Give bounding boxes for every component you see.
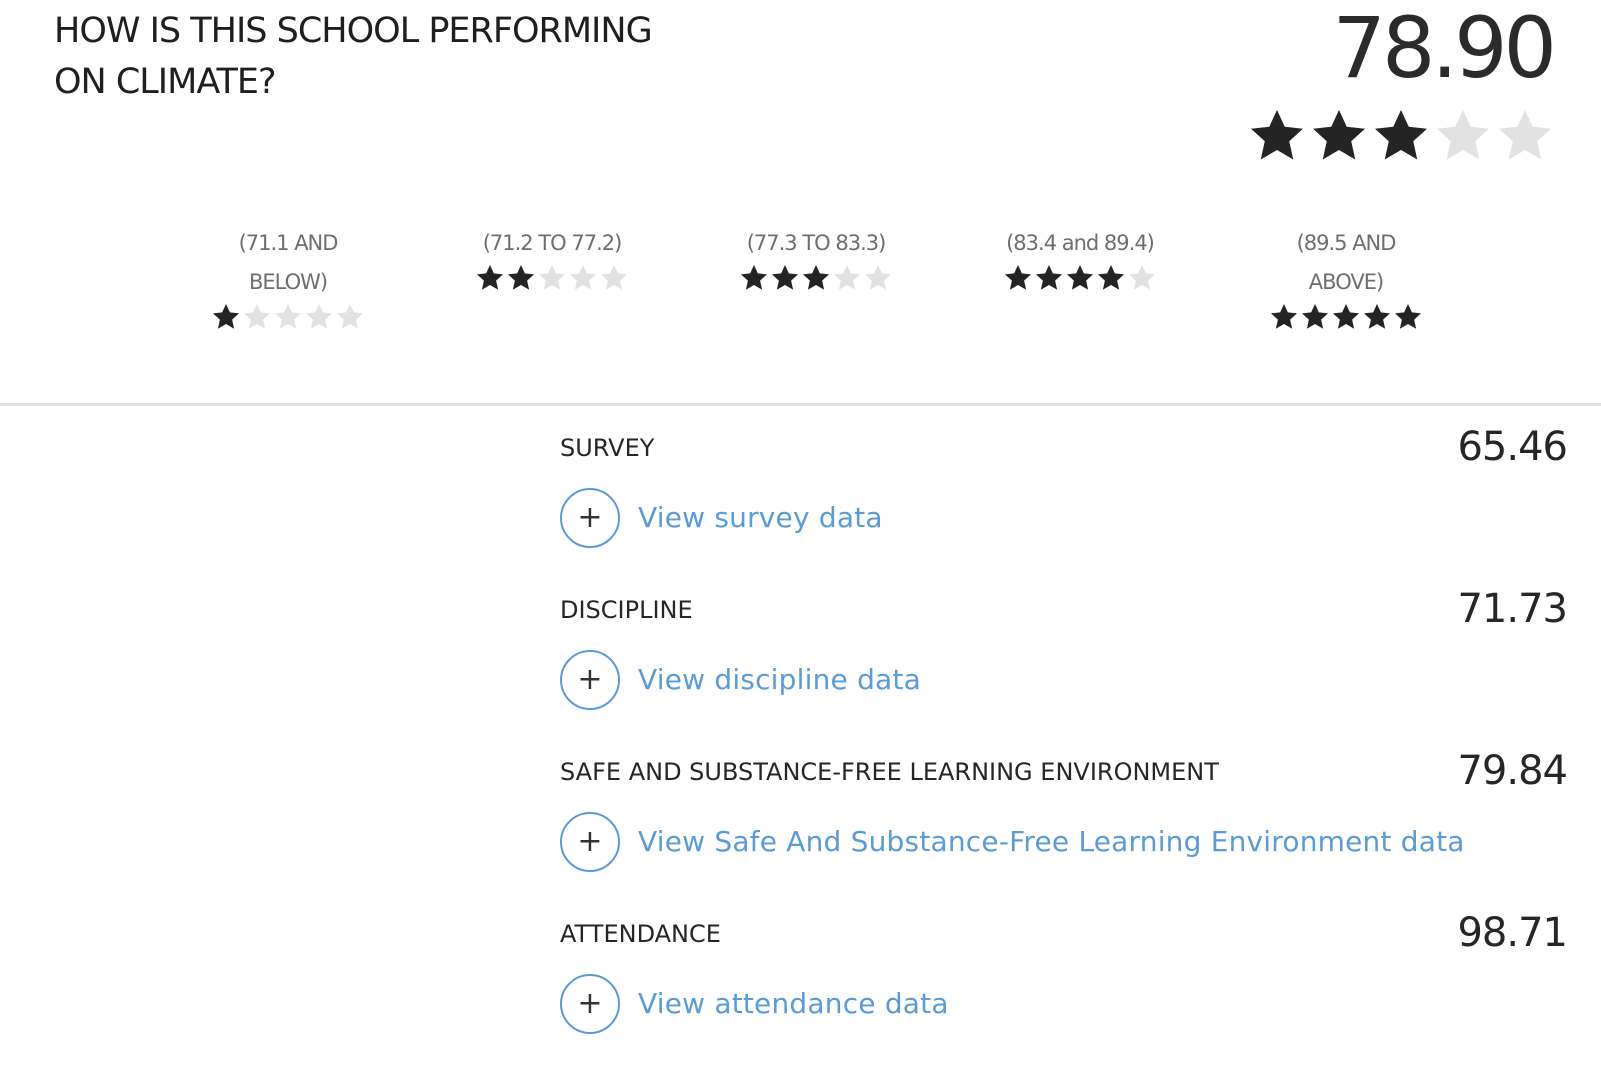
view-discipline-data-toggle[interactable]: + View discipline data (560, 650, 921, 710)
star-filled-icon (1251, 110, 1303, 160)
star-empty-icon (244, 304, 270, 329)
star-empty-icon (306, 304, 332, 329)
rating-legend: (71.1 AND BELOW) (71.2 TO 77.2) (77.3 TO… (0, 224, 1601, 344)
metric-safe-environment: SAFE AND SUBSTANCE-FREE LEARNING ENVIRON… (0, 744, 1601, 904)
metric-title: ATTENDANCE (560, 920, 721, 948)
plus-icon[interactable]: + (560, 650, 620, 710)
star-empty-icon (865, 265, 891, 290)
metric-title: SAFE AND SUBSTANCE-FREE LEARNING ENVIRON… (560, 758, 1219, 786)
legend-range-label: (77.3 TO 83.3) (746, 231, 887, 255)
plus-icon[interactable]: + (560, 974, 620, 1034)
star-filled-icon (1067, 265, 1093, 290)
view-safe-environment-data-link[interactable]: View Safe And Substance-Free Learning En… (638, 824, 1465, 860)
overall-score: 78.90 (1332, 0, 1557, 97)
star-filled-icon (1302, 304, 1328, 329)
legend-star-rating (696, 263, 936, 293)
metric-title: SURVEY (560, 434, 655, 462)
view-discipline-data-link[interactable]: View discipline data (638, 662, 921, 698)
star-filled-icon (1098, 265, 1124, 290)
legend-range-label: (89.5 AND ABOVE) (1296, 231, 1397, 294)
star-filled-icon (741, 265, 767, 290)
legend-range-label: (71.1 AND BELOW) (238, 231, 339, 294)
star-filled-icon (1036, 265, 1062, 290)
plus-icon[interactable]: + (560, 812, 620, 872)
star-filled-icon (772, 265, 798, 290)
star-empty-icon (275, 304, 301, 329)
metric-discipline: DISCIPLINE 71.73 + View discipline data (0, 582, 1601, 742)
legend-item: (71.2 TO 77.2) (432, 224, 672, 293)
metric-score: 98.71 (1457, 910, 1568, 956)
metric-score: 65.46 (1457, 424, 1568, 470)
metric-attendance: ATTENDANCE 98.71 + View attendance data (0, 906, 1601, 1066)
overall-star-rating (1247, 106, 1555, 166)
star-filled-icon (803, 265, 829, 290)
star-filled-icon (1395, 304, 1421, 329)
star-filled-icon (477, 265, 503, 290)
metric-score: 79.84 (1457, 748, 1568, 794)
view-safe-environment-data-toggle[interactable]: + View Safe And Substance-Free Learning … (560, 812, 1465, 872)
star-filled-icon (213, 304, 239, 329)
star-empty-icon (1129, 265, 1155, 290)
star-empty-icon (1437, 110, 1489, 160)
star-filled-icon (1375, 110, 1427, 160)
legend-star-rating (960, 263, 1200, 293)
plus-icon[interactable]: + (560, 488, 620, 548)
legend-star-rating (168, 302, 408, 332)
legend-item: (83.4 and 89.4) (960, 224, 1200, 293)
metric-title: DISCIPLINE (560, 596, 693, 624)
legend-item: (89.5 AND ABOVE) (1226, 224, 1466, 332)
section-divider (0, 403, 1601, 406)
legend-item: (71.1 AND BELOW) (168, 224, 408, 332)
star-filled-icon (1313, 110, 1365, 160)
star-filled-icon (1333, 304, 1359, 329)
star-empty-icon (1499, 110, 1551, 160)
star-filled-icon (1005, 265, 1031, 290)
view-survey-data-link[interactable]: View survey data (638, 500, 883, 536)
star-empty-icon (570, 265, 596, 290)
star-empty-icon (601, 265, 627, 290)
legend-star-rating (1226, 302, 1466, 332)
legend-star-rating (432, 263, 672, 293)
view-attendance-data-toggle[interactable]: + View attendance data (560, 974, 949, 1034)
star-filled-icon (1364, 304, 1390, 329)
legend-range-label: (71.2 TO 77.2) (482, 231, 623, 255)
star-empty-icon (834, 265, 860, 290)
star-empty-icon (539, 265, 565, 290)
legend-range-label: (83.4 and 89.4) (1006, 231, 1155, 255)
view-attendance-data-link[interactable]: View attendance data (638, 986, 949, 1022)
page-title: HOW IS THIS SCHOOL PERFORMING ON CLIMATE… (54, 11, 653, 102)
metric-score: 71.73 (1457, 586, 1568, 632)
metric-survey: SURVEY 65.46 + View survey data (0, 420, 1601, 580)
view-survey-data-toggle[interactable]: + View survey data (560, 488, 883, 548)
star-filled-icon (1271, 304, 1297, 329)
legend-item: (77.3 TO 83.3) (696, 224, 936, 293)
star-filled-icon (508, 265, 534, 290)
star-empty-icon (337, 304, 363, 329)
